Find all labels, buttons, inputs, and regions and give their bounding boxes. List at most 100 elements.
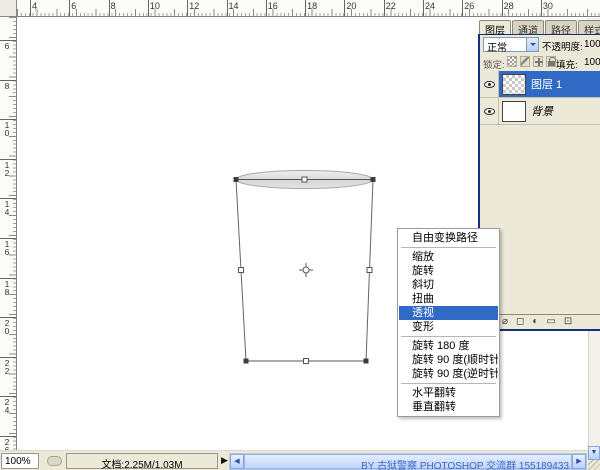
ruler-number: 22 [2,358,12,374]
blend-mode-dropdown[interactable]: 正常 [483,37,539,52]
visibility-cell[interactable] [480,98,499,124]
layer-name: 图层 1 [531,76,562,92]
ruler-tick [462,0,463,16]
new-adjustment-layer-icon[interactable]: ◐ [532,317,538,327]
menu-item[interactable]: 斜切 [399,278,498,292]
status-menu-arrow-icon[interactable]: ▶ [221,455,228,466]
status-pill-icon [47,456,62,466]
ruler-corner-box [0,0,17,17]
menu-item[interactable]: 水平翻转 [399,386,498,400]
horizontal-scrollbar[interactable]: ◀ ▶ BY 古狱警察 PHOTOSHOP 交流群 155189433 [229,453,587,470]
ruler-number: 20 [346,1,356,11]
top-ruler: 4681012141618202224262830 [17,0,600,17]
scroll-right-button[interactable]: ▶ [572,454,586,469]
layer-name: 背景 [531,103,553,119]
menu-item[interactable]: 旋转 [399,264,498,278]
palette-tab[interactable]: 路径 [545,20,577,34]
new-layer-icon[interactable]: ⊡ [564,317,572,327]
photoshop-window: 4681012141618202224262830 68101214161820… [0,0,600,470]
status-bar: 100% 文档:2.25M/1.03M ▶ ◀ ▶ BY 古狱警察 PHOTOS… [0,450,600,470]
scroll-left-icon: ◀ [234,458,239,465]
ruler-tick [502,0,503,16]
ruler-number: 18 [307,1,317,11]
link-layers-icon[interactable]: ⌀ [502,317,508,327]
ruler-number: 24 [425,1,435,11]
ruler-tick [305,0,306,16]
menu-item[interactable]: 透视 [399,306,498,320]
layer-main[interactable]: 图层 1 [499,71,600,97]
document-size-value: 文档:2.25M/1.03M [101,460,182,470]
lock-transparency-icon[interactable] [507,56,517,67]
context-menu: 自由变换路径缩放旋转斜切扭曲透视变形旋转 180 度旋转 90 度(顺时针)旋转… [397,228,500,417]
lock-all-icon[interactable] [546,56,556,67]
scroll-down-icon: ▼ [591,449,598,456]
menu-item[interactable]: 自由变换路径 [399,231,498,245]
ruler-tick [541,0,542,16]
ruler-tick [148,0,149,16]
menu-separator [401,383,496,384]
menu-item[interactable]: 旋转 180 度 [399,339,498,353]
lock-icons [507,56,556,67]
ruler-number: 12 [189,1,199,11]
visibility-cell[interactable] [480,71,499,97]
watermark-text: BY 古狱警察 PHOTOSHOP 交流群 155189433 [361,457,569,470]
ruler-number: 18 [2,279,12,295]
chevron-down-icon[interactable] [526,38,538,51]
lock-position-icon[interactable] [533,56,543,67]
menu-item[interactable]: 旋转 90 度(逆时针) [399,367,498,381]
menu-item[interactable]: 旋转 90 度(顺时针) [399,353,498,367]
lock-row: 锁定: 填充: 100 [480,54,600,71]
ruler-tick [266,0,267,16]
menu-item[interactable]: 缩放 [399,250,498,264]
scroll-down-button[interactable]: ▼ [588,446,600,460]
ruler-number: 12 [2,160,12,176]
layer-main[interactable]: 背景 [499,98,600,124]
document-size-panel[interactable]: 文档:2.25M/1.03M [66,453,218,469]
menu-separator [401,336,496,337]
ruler-number: 16 [2,239,12,255]
ruler-number: 4 [32,1,37,11]
left-ruler: 68101214161820222426 [0,17,17,450]
fill-label: 填充: [556,57,578,71]
palette-tab[interactable]: 图层 [479,20,511,34]
scroll-left-button[interactable]: ◀ [230,454,244,469]
ruler-tick [69,0,70,16]
ruler-number: 6 [2,41,12,49]
zoom-level-field[interactable]: 100% [1,453,39,469]
eye-icon[interactable] [484,81,495,88]
menu-item[interactable]: 扭曲 [399,292,498,306]
ruler-number: 6 [71,1,76,11]
opacity-value[interactable]: 100 [584,39,600,50]
resize-grip[interactable] [588,460,600,470]
ruler-tick [109,0,110,16]
layer-row[interactable]: 背景 [480,98,600,125]
eye-icon[interactable] [484,108,495,115]
layer-thumbnail[interactable] [502,74,526,95]
ruler-tick [423,0,424,16]
ruler-number: 16 [268,1,278,11]
blend-mode-row: 正常 不透明度: 100 [480,35,600,54]
opacity-label: 不透明度: [542,39,583,53]
palette-tabs: 图层通道路径样式色板 [478,20,600,34]
blend-mode-value: 正常 [487,43,507,54]
layer-thumbnail[interactable] [502,101,526,122]
ruler-number: 20 [2,318,12,334]
ruler-number: 22 [386,1,396,11]
fill-value[interactable]: 100 [584,57,600,68]
ruler-tick [227,0,228,16]
palette-tab[interactable]: 通道 [512,20,544,34]
menu-item[interactable]: 垂直翻转 [399,400,498,414]
ruler-tick [30,0,31,16]
palette-tab[interactable]: 样式 [578,20,600,34]
ruler-number: 8 [2,81,12,89]
ruler-tick [187,0,188,16]
scroll-right-icon: ▶ [576,458,581,465]
lock-paint-icon[interactable] [520,56,530,67]
layer-row[interactable]: 图层 1 [480,71,600,98]
menu-item[interactable]: 变形 [399,320,498,334]
layer-list: 图层 1 背景 [480,71,600,125]
add-layer-mask-icon[interactable]: ◻ [516,317,524,327]
ruler-tick [344,0,345,16]
new-group-icon[interactable]: ▭ [546,317,555,327]
ruler-tick [384,0,385,16]
